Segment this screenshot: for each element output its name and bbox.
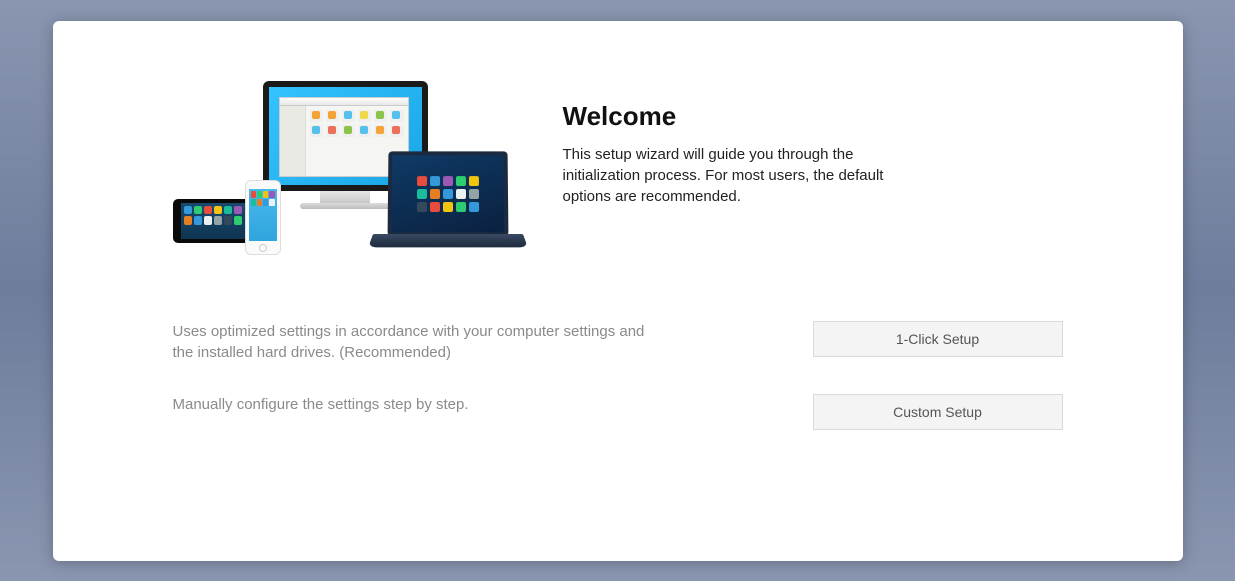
custom-option-row: Manually configure the settings step by … (173, 394, 1063, 430)
tablet-icon (173, 199, 253, 243)
one-click-setup-button[interactable]: 1-Click Setup (813, 321, 1063, 357)
setup-wizard-card: Welcome This setup wizard will guide you… (53, 21, 1183, 561)
welcome-text-block: Welcome This setup wizard will guide you… (563, 81, 1063, 207)
welcome-row: Welcome This setup wizard will guide you… (173, 81, 1063, 261)
welcome-description: This setup wizard will guide you through… (563, 144, 923, 207)
one-click-description: Uses optimized settings in accordance wi… (173, 321, 653, 365)
one-click-option-row: Uses optimized settings in accordance wi… (173, 321, 1063, 365)
custom-description: Manually configure the settings step by … (173, 394, 653, 416)
devices-illustration (183, 81, 523, 261)
welcome-title: Welcome (563, 101, 1063, 132)
phone-icon (245, 180, 281, 255)
custom-setup-button[interactable]: Custom Setup (813, 394, 1063, 430)
laptop-icon (373, 151, 523, 261)
